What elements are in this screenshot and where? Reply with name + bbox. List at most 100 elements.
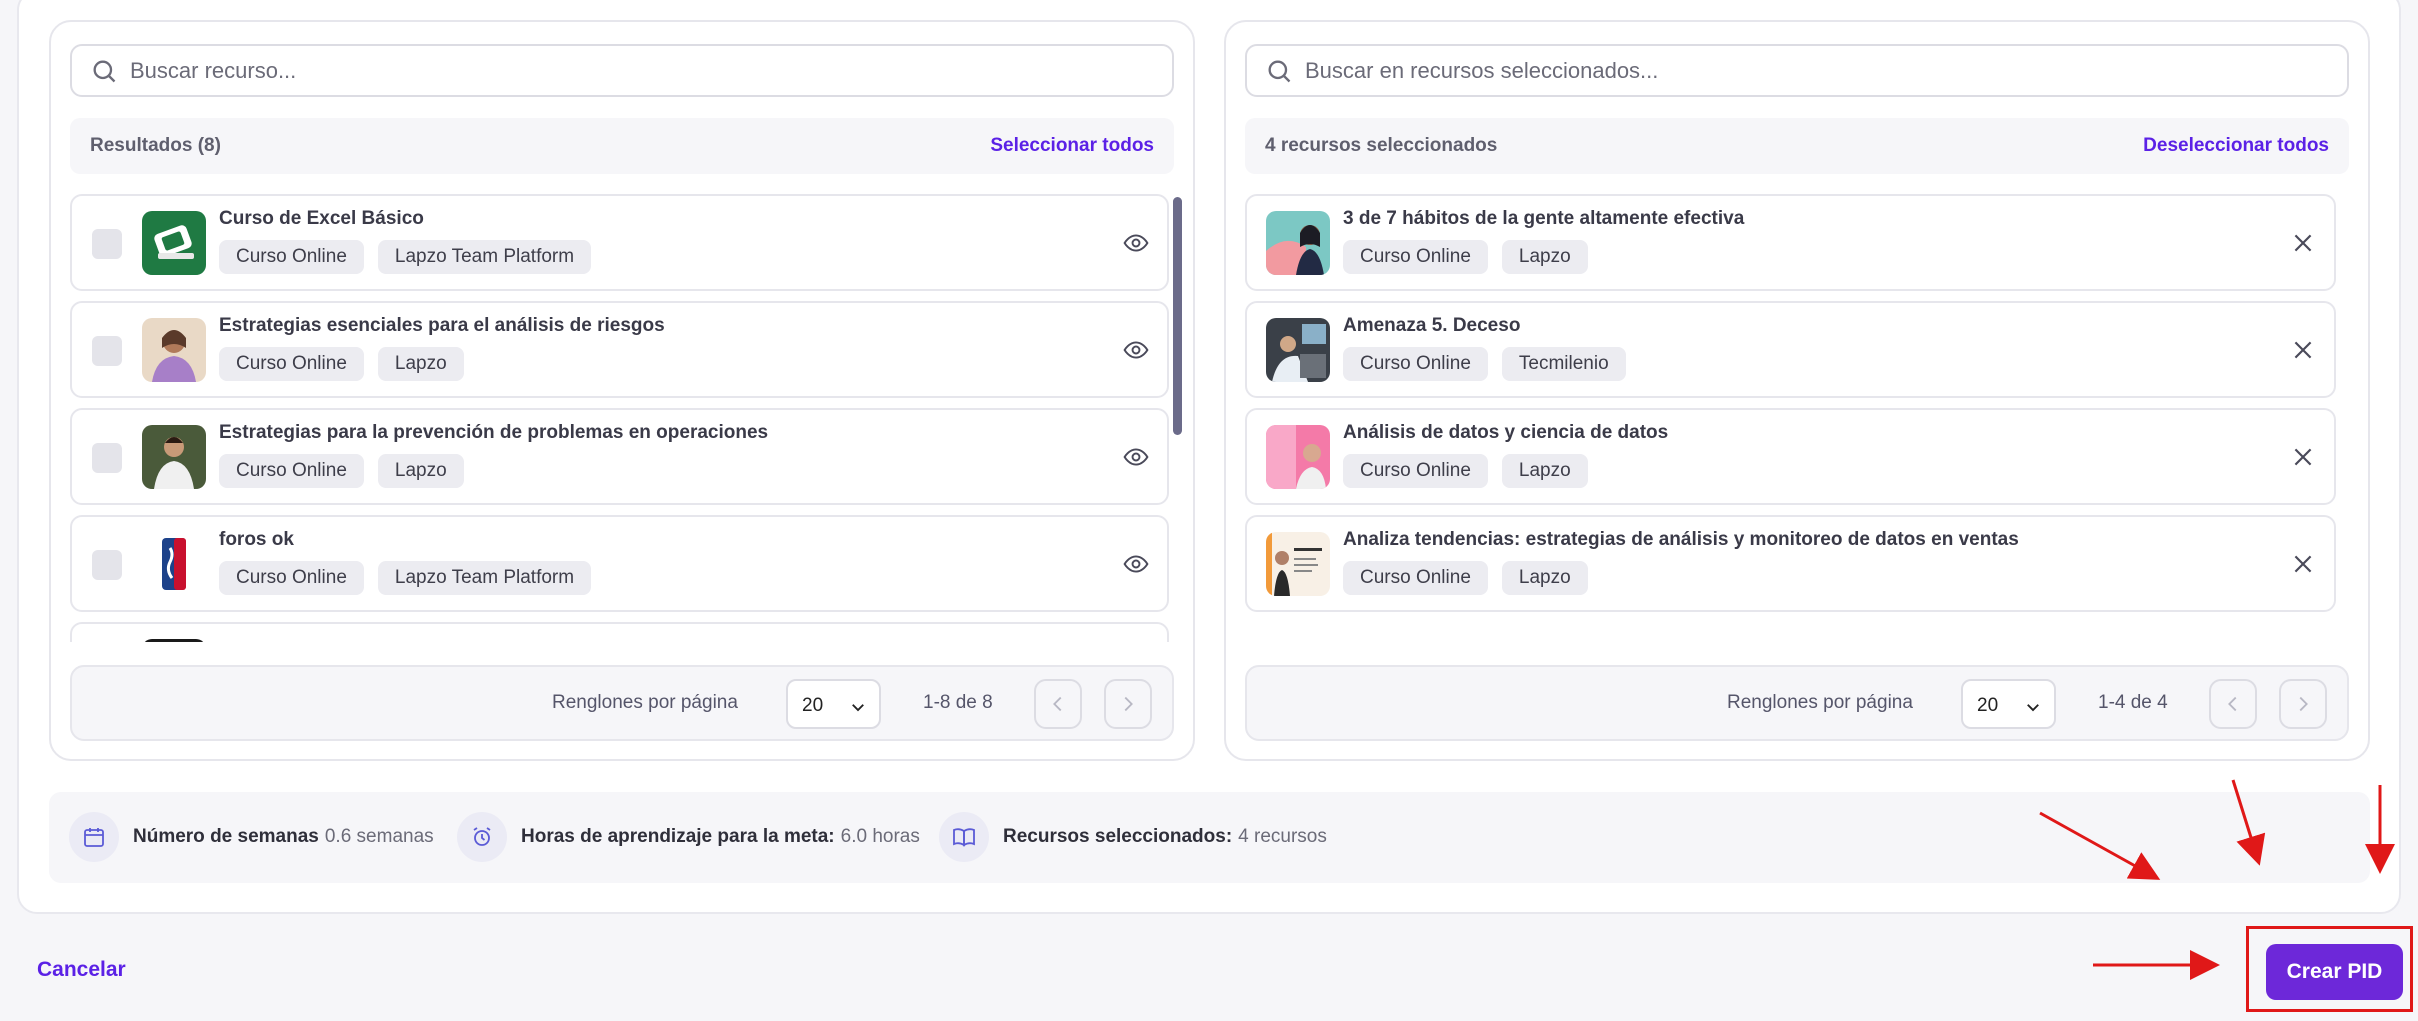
- chevron-down-icon: [2027, 704, 2039, 712]
- rows-per-page-label: Renglones por página: [552, 692, 738, 713]
- prev-page-button[interactable]: [2209, 679, 2257, 729]
- select-all-link[interactable]: Seleccionar todos: [990, 135, 1154, 157]
- eye-icon[interactable]: [1123, 230, 1149, 256]
- summary-bar: Número de semanas 0.6 semanas Horas de a…: [49, 792, 2370, 883]
- resources-stat: Recursos seleccionados: 4 recursos: [939, 812, 1327, 862]
- list-item-partial[interactable]: [70, 622, 1169, 642]
- course-thumbnail: [1266, 425, 1330, 489]
- rows-per-page-value: 20: [1977, 695, 1999, 716]
- tag-provider: Lapzo: [377, 347, 464, 381]
- item-title: foros ok: [219, 529, 294, 550]
- tag-type: Curso Online: [219, 454, 364, 488]
- list-item: Amenaza 5. Deceso Curso Online Tecmileni…: [1245, 301, 2336, 398]
- rows-per-page-value: 20: [802, 695, 824, 716]
- tag-type: Curso Online: [1343, 240, 1488, 274]
- item-tags: Curso Online Lapzo: [219, 347, 464, 381]
- item-tags: Curso Online Lapzo: [1343, 561, 1588, 595]
- tag-type: Curso Online: [219, 347, 364, 381]
- calendar-icon: [69, 812, 119, 862]
- close-icon[interactable]: [2290, 551, 2316, 577]
- item-checkbox[interactable]: [92, 336, 122, 366]
- tag-provider: Lapzo: [1501, 240, 1588, 274]
- tag-type: Curso Online: [1343, 454, 1488, 488]
- item-checkbox[interactable]: [92, 229, 122, 259]
- tag-provider: Lapzo: [1501, 561, 1588, 595]
- tag-provider: Tecmilenio: [1501, 347, 1626, 381]
- list-scrollbar[interactable]: [1173, 197, 1182, 435]
- course-thumbnail: [142, 639, 206, 642]
- next-page-button[interactable]: [2279, 679, 2327, 729]
- close-icon[interactable]: [2290, 337, 2316, 363]
- item-tags: Curso Online Tecmilenio: [1343, 347, 1626, 381]
- close-icon[interactable]: [2290, 444, 2316, 470]
- eye-icon[interactable]: [1123, 551, 1149, 577]
- item-title: Amenaza 5. Deceso: [1343, 315, 1521, 336]
- tag-type: Curso Online: [219, 240, 364, 274]
- prev-page-button[interactable]: [1034, 679, 1082, 729]
- list-item: 3 de 7 hábitos de la gente altamente efe…: [1245, 194, 2336, 291]
- chevron-down-icon: [852, 704, 864, 712]
- course-thumbnail: [142, 211, 206, 275]
- list-item[interactable]: Estrategias esenciales para el análisis …: [70, 301, 1169, 398]
- item-tags: Curso Online Lapzo: [1343, 454, 1588, 488]
- pagination: Renglones por página 20 1-4 de 4: [1245, 665, 2349, 741]
- selected-search[interactable]: [1245, 44, 2349, 97]
- rows-per-page-label: Renglones por página: [1727, 692, 1913, 713]
- search-icon: [93, 59, 116, 82]
- course-thumbnail: [1266, 532, 1330, 596]
- rows-per-page-select[interactable]: 20: [1961, 679, 2056, 729]
- tag-provider: Lapzo: [377, 454, 464, 488]
- course-thumbnail: [1266, 318, 1330, 382]
- alarm-clock-icon: [457, 812, 507, 862]
- item-title: Estrategias esenciales para el análisis …: [219, 315, 665, 336]
- item-tags: Curso Online Lapzo Team Platform: [219, 561, 592, 595]
- chevron-left-icon: [1053, 696, 1062, 712]
- course-thumbnail: [142, 425, 206, 489]
- page-range: 1-4 de 4: [2098, 692, 2168, 713]
- item-tags: Curso Online Lapzo: [1343, 240, 1588, 274]
- item-checkbox[interactable]: [92, 443, 122, 473]
- item-checkbox[interactable]: [92, 550, 122, 580]
- page-range: 1-8 de 8: [923, 692, 993, 713]
- resource-search[interactable]: [70, 44, 1174, 97]
- cancel-button[interactable]: Cancelar: [37, 958, 126, 982]
- hours-label: Horas de aprendizaje para la meta:: [521, 826, 835, 847]
- tag-provider: Lapzo Team Platform: [377, 561, 592, 595]
- weeks-label: Número de semanas: [133, 826, 319, 847]
- results-list: Curso de Excel Básico Curso Online Lapzo…: [70, 194, 1169, 642]
- list-item[interactable]: Estrategias para la prevención de proble…: [70, 408, 1169, 505]
- resource-search-input[interactable]: [130, 46, 1172, 95]
- weeks-value: 0.6 semanas: [324, 826, 434, 847]
- hours-stat: Horas de aprendizaje para la meta: 6.0 h…: [457, 812, 920, 862]
- chevron-right-icon: [1124, 696, 1133, 712]
- deselect-all-link[interactable]: Deseleccionar todos: [2143, 135, 2329, 157]
- item-title: Analiza tendencias: estrategias de análi…: [1343, 529, 2019, 550]
- search-icon: [1268, 59, 1291, 82]
- hours-value: 6.0 horas: [840, 826, 920, 847]
- next-page-button[interactable]: [1104, 679, 1152, 729]
- highlight-box: [2246, 926, 2413, 1012]
- list-item[interactable]: foros ok Curso Online Lapzo Team Platfor…: [70, 515, 1169, 612]
- tag-provider: Lapzo: [1501, 454, 1588, 488]
- tag-provider: Lapzo Team Platform: [377, 240, 592, 274]
- list-item[interactable]: Curso de Excel Básico Curso Online Lapzo…: [70, 194, 1169, 291]
- item-title: Estrategias para la prevención de proble…: [219, 422, 769, 443]
- results-header: Resultados (8) Seleccionar todos: [70, 118, 1174, 174]
- resources-label: Recursos seleccionados:: [1003, 826, 1233, 847]
- list-item: Analiza tendencias: estrategias de análi…: [1245, 515, 2336, 612]
- weeks-stat: Número de semanas 0.6 semanas: [69, 812, 434, 862]
- tag-type: Curso Online: [1343, 561, 1488, 595]
- selected-count: 4 recursos seleccionados: [1265, 135, 1498, 156]
- item-title: Análisis de datos y ciencia de datos: [1343, 422, 1669, 443]
- item-title: Curso de Excel Básico: [219, 208, 424, 229]
- selected-search-input[interactable]: [1305, 46, 2347, 95]
- item-tags: Curso Online Lapzo Team Platform: [219, 240, 592, 274]
- eye-icon[interactable]: [1123, 337, 1149, 363]
- close-icon[interactable]: [2290, 230, 2316, 256]
- pagination: Renglones por página 20 1-8 de 8: [70, 665, 1174, 741]
- course-thumbnail: [142, 318, 206, 382]
- item-title: 3 de 7 hábitos de la gente altamente efe…: [1343, 208, 1745, 229]
- rows-per-page-select[interactable]: 20: [786, 679, 881, 729]
- resources-value: 4 recursos: [1238, 826, 1327, 847]
- eye-icon[interactable]: [1123, 444, 1149, 470]
